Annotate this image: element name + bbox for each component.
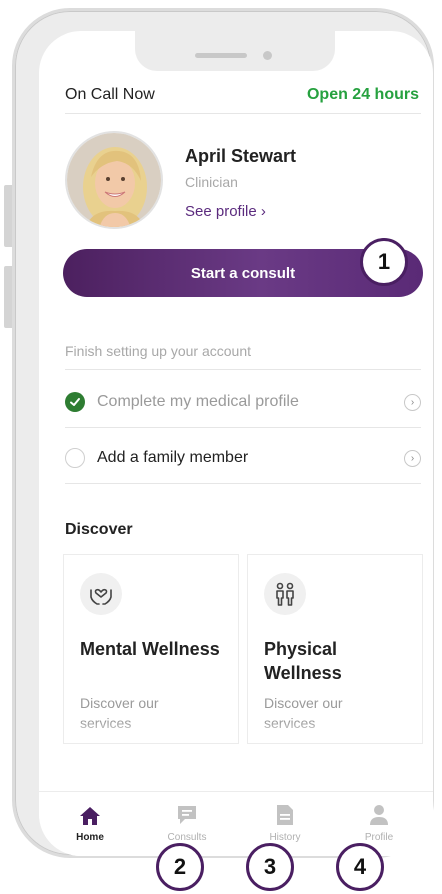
home-icon bbox=[55, 800, 125, 826]
person-icon bbox=[344, 800, 414, 826]
setup-divider-mid bbox=[65, 427, 421, 428]
discover-heading: Discover bbox=[65, 521, 133, 538]
hours-status: Open 24 hours bbox=[306, 86, 419, 103]
card-mental-wellness[interactable]: Mental Wellness Discover our services bbox=[63, 554, 239, 744]
clinician-avatar bbox=[65, 131, 163, 229]
tab-label: Consults bbox=[167, 832, 207, 843]
clinician-role: Clinician bbox=[185, 174, 238, 190]
app-screen: On Call Now Open 24 hours April Stewart … bbox=[39, 31, 433, 856]
heart-hands-icon bbox=[80, 573, 122, 615]
tab-home[interactable]: Home bbox=[55, 800, 125, 843]
volume-up-button bbox=[4, 185, 12, 247]
phone-notch bbox=[135, 31, 335, 71]
callout-badge-4: 4 bbox=[336, 843, 384, 891]
callout-badge-2: 2 bbox=[156, 843, 204, 891]
callout-badge-3: 3 bbox=[246, 843, 294, 891]
setup-divider-top bbox=[65, 369, 421, 370]
card-fade bbox=[64, 721, 238, 743]
chevron-right-icon: › bbox=[404, 393, 421, 411]
on-call-heading: On Call Now bbox=[65, 86, 155, 103]
card-physical-wellness[interactable]: Physical Wellness Discover our services bbox=[247, 554, 423, 744]
speaker-grille bbox=[195, 53, 247, 58]
phone-frame: On Call Now Open 24 hours April Stewart … bbox=[12, 8, 434, 858]
callout-badge-1: 1 bbox=[360, 238, 408, 286]
document-icon bbox=[250, 800, 320, 826]
setup-item-family-member[interactable]: Add a family member › bbox=[65, 435, 421, 481]
unchecked-circle-icon bbox=[65, 448, 85, 468]
tab-profile[interactable]: Profile bbox=[344, 800, 414, 843]
setup-item-label: Complete my medical profile bbox=[97, 393, 299, 410]
bottom-tab-bar: Home Consults History Profile bbox=[39, 791, 433, 856]
setup-item-medical-profile[interactable]: Complete my medical profile › bbox=[65, 379, 421, 425]
see-profile-link[interactable]: See profile › bbox=[185, 203, 266, 220]
setup-item-label: Add a family member bbox=[97, 449, 249, 466]
volume-down-button bbox=[4, 266, 12, 328]
tab-label: History bbox=[269, 832, 301, 843]
chat-icon bbox=[152, 800, 222, 826]
tab-consults[interactable]: Consults bbox=[152, 800, 222, 843]
tab-history[interactable]: History bbox=[250, 800, 320, 843]
card-title: Mental Wellness bbox=[80, 639, 220, 659]
checkmark-icon bbox=[65, 392, 85, 412]
front-camera bbox=[263, 51, 272, 60]
setup-section-title: Finish setting up your account bbox=[65, 343, 251, 359]
tab-label: Profile bbox=[364, 832, 394, 843]
header-divider bbox=[65, 113, 421, 114]
chevron-right-icon: › bbox=[404, 449, 421, 467]
card-fade bbox=[248, 721, 422, 743]
card-title: Physical Wellness bbox=[264, 639, 342, 683]
people-icon bbox=[264, 573, 306, 615]
clinician-name: April Stewart bbox=[185, 146, 297, 166]
setup-divider-bottom bbox=[65, 483, 421, 484]
tab-label: Home bbox=[76, 832, 104, 843]
